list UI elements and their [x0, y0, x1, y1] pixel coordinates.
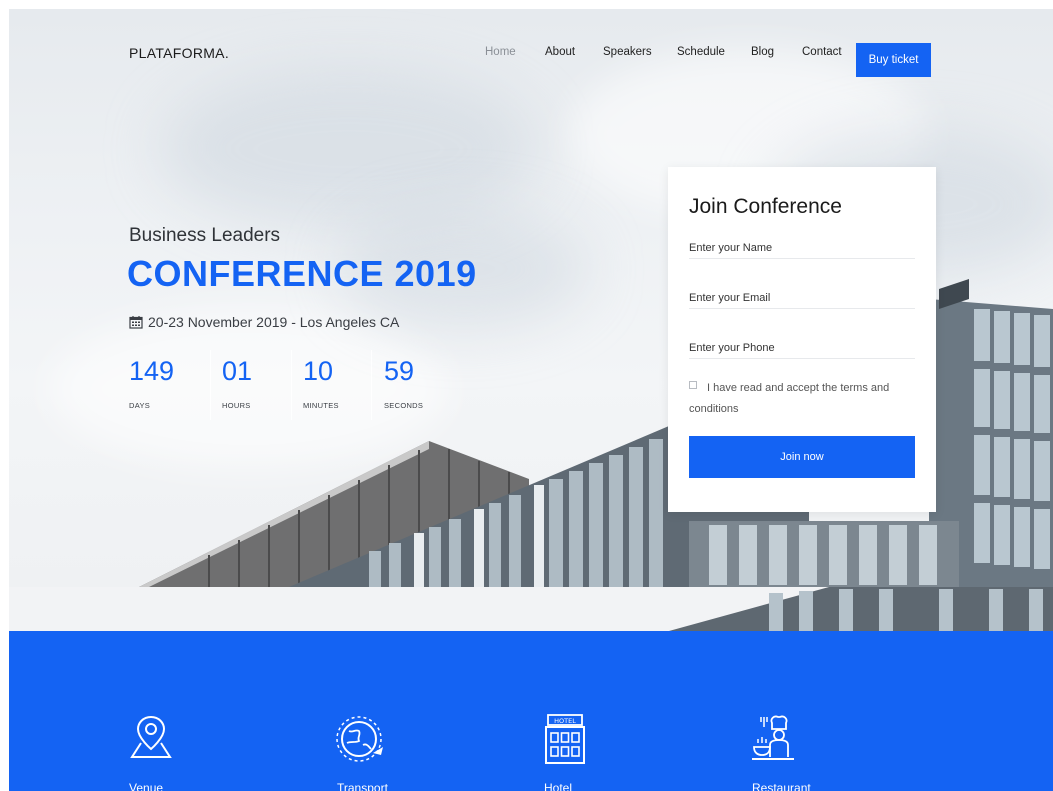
event-date-text: 20-23 November 2019 - Los Angeles CA	[148, 314, 400, 330]
nav-link-speakers[interactable]: Speakers	[603, 46, 652, 58]
countdown-hours: 01 HOURS	[222, 356, 252, 430]
countdown-hours-value: 01	[222, 356, 253, 386]
nav-link-schedule[interactable]: Schedule	[677, 46, 725, 58]
top-edge	[0, 0, 1053, 9]
join-now-button[interactable]: Join now	[689, 436, 915, 478]
service-hotel[interactable]: HOTEL Hotel	[542, 713, 632, 791]
countdown-divider	[371, 350, 372, 420]
globe-plane-icon	[336, 716, 383, 762]
hotel-icon: HOTEL	[545, 714, 585, 764]
service-venue[interactable]: Venue	[129, 713, 219, 791]
service-restaurant-label: Restaurant	[752, 781, 811, 791]
map-pin-icon	[130, 715, 172, 758]
nav-link-blog[interactable]: Blog	[751, 46, 774, 58]
nav-link-about[interactable]: About	[545, 46, 575, 58]
phone-field[interactable]	[689, 337, 915, 359]
terms-label: I have read and accept the terms and con…	[689, 382, 890, 415]
hero-subtitle: Business Leaders	[129, 225, 281, 246]
event-date: 20-23 November 2019 - Los Angeles CA	[129, 314, 399, 330]
buy-ticket-button[interactable]: Buy ticket	[856, 43, 931, 77]
hero-title: CONFERENCE 2019	[127, 253, 477, 294]
countdown-days-label: DAYS	[129, 401, 151, 410]
countdown-minutes: 10 MINUTES	[303, 356, 339, 430]
countdown-seconds-value: 59	[384, 356, 415, 386]
site-logo[interactable]: PLATAFORMA.	[129, 45, 229, 61]
countdown-seconds-label: SECONDS	[384, 401, 424, 410]
service-venue-label: Venue	[129, 781, 164, 791]
countdown-days-value: 149	[129, 356, 175, 386]
service-hotel-label: Hotel	[544, 781, 573, 791]
service-restaurant[interactable]: Restaurant	[750, 713, 840, 791]
calendar-icon	[129, 316, 143, 329]
nav-link-contact[interactable]: Contact	[802, 46, 842, 58]
svg-text:HOTEL: HOTEL	[554, 717, 576, 725]
nav-link-home[interactable]: Home	[485, 46, 516, 58]
countdown-minutes-label: MINUTES	[303, 401, 339, 410]
chef-icon	[752, 715, 794, 760]
join-conference-form: Join Conference I have read and accept t…	[668, 167, 936, 512]
countdown-divider	[291, 350, 292, 420]
service-transport[interactable]: Transport	[335, 713, 425, 791]
countdown-hours-label: HOURS	[222, 401, 251, 410]
countdown-divider	[210, 350, 211, 420]
services-section	[9, 631, 1053, 791]
countdown-seconds: 59 SECONDS	[384, 356, 423, 430]
countdown-days: 149 DAYS	[129, 356, 174, 430]
form-title: Join Conference	[689, 195, 842, 218]
service-transport-label: Transport	[337, 781, 388, 791]
countdown-minutes-value: 10	[303, 356, 334, 386]
top-navigation: PLATAFORMA. Home About Speakers Schedule…	[0, 9, 1053, 77]
email-field[interactable]	[689, 287, 915, 309]
name-field[interactable]	[689, 237, 915, 259]
